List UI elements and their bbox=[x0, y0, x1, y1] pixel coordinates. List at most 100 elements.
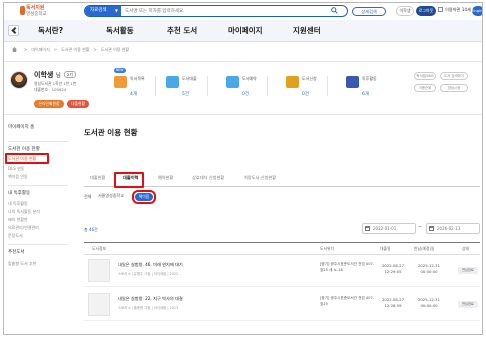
total-suffix: 건 bbox=[94, 227, 98, 232]
breadcrumb-item[interactable]: 마이페이지 bbox=[31, 47, 49, 52]
book-meta: 스토리 a | 유병주 그림 | 아이세움 | 2022 bbox=[118, 272, 179, 276]
profile-name-text: 이학생 bbox=[34, 71, 54, 79]
sidebar-item[interactable]: 나의 독서활동 분석 bbox=[8, 209, 40, 215]
sidebar-item-chaekieum[interactable]: 책이음 연동 bbox=[8, 174, 28, 180]
app-window: 독서지원 영성중학교 자료검색 ▼ 상세검색 이학생 로그아웃 이용약관 14세… bbox=[3, 2, 483, 335]
home-icon[interactable] bbox=[12, 47, 17, 52]
stat-book-reservation[interactable]: 도서예약 0건 bbox=[224, 62, 268, 114]
column-header: 반납(예정)일 bbox=[414, 246, 435, 251]
book-location: [중기] 광주시표준도서관 전업 407-효25 세-노-16 bbox=[320, 262, 375, 272]
nav-my-page[interactable]: 마이페이지 bbox=[228, 25, 263, 36]
search-input[interactable] bbox=[125, 6, 305, 16]
book-list-icon bbox=[114, 76, 127, 88]
stat-label: 독후활동 bbox=[362, 76, 377, 81]
book-cover[interactable] bbox=[88, 293, 110, 316]
status-badge: 반납완료 bbox=[458, 301, 478, 308]
quick-link-button[interactable]: 영상시청 bbox=[440, 84, 468, 92]
nav-recommended-books[interactable]: 추천 도서 bbox=[167, 25, 197, 36]
profile-name: 이학생 님 2기 bbox=[34, 70, 76, 80]
language-button[interactable]: English bbox=[472, 6, 482, 16]
site-logo[interactable]: 독서지원 영성중학교 bbox=[20, 4, 58, 18]
highlight-box bbox=[132, 190, 156, 204]
avatar bbox=[10, 71, 28, 89]
menu-collapse-button[interactable] bbox=[8, 25, 19, 36]
highlight-box bbox=[114, 172, 144, 188]
tab-interlibrary-loan[interactable]: 상호대차 신청현황 bbox=[192, 175, 224, 181]
tab-loan-status[interactable]: 대출현황 bbox=[90, 175, 105, 181]
book-request-icon bbox=[286, 76, 299, 88]
stat-book-loan[interactable]: 도서대출 5건 bbox=[164, 62, 208, 114]
profile-card-number: 대출번호 : 105024 bbox=[34, 87, 67, 92]
sidebar-section-title[interactable]: 내 독후활동 bbox=[8, 190, 30, 196]
calendar-icon bbox=[365, 226, 370, 231]
chevron-down-icon: ▼ bbox=[114, 8, 118, 13]
member-terms-label: 이용약관 14세 bbox=[445, 7, 471, 12]
book-title[interactable]: 내일은 실험왕. 46, 미래 연지에 대기 bbox=[118, 262, 183, 268]
user-name-button[interactable]: 이학생 bbox=[396, 6, 414, 16]
sidebar-item[interactable]: 의료관리/연결관리 bbox=[8, 225, 39, 231]
nav-reading-activity[interactable]: 독서활동 bbox=[106, 25, 134, 36]
member-terms[interactable]: 이용약관 14세 bbox=[438, 7, 471, 13]
logo-school: 영성중학교 bbox=[26, 12, 47, 17]
nav-about-reading[interactable]: 독서란? bbox=[38, 25, 63, 36]
stat-book-request[interactable]: 도서신청 0건 bbox=[284, 62, 328, 114]
date-to-input[interactable]: 2026-02-13 bbox=[426, 223, 480, 234]
stat-label: 독서목록 bbox=[130, 76, 145, 81]
table-row[interactable]: 내일은 실험왕. 22, 지구 박사의 대결 스토리 a | 홍종현 그림 | … bbox=[84, 289, 480, 321]
date-from-value: 2022-01-01 bbox=[373, 226, 397, 231]
quick-link-button[interactable]: 도서 검색하기 bbox=[440, 72, 468, 80]
breadcrumb: > 마이페이지 > 도서관 이용 현황 > 도서관 이용 현황 bbox=[12, 47, 129, 53]
quick-links: 독서앱/SNS 도서 검색하기 이용순위 영상시청 bbox=[414, 72, 480, 108]
level-badge: 2기 bbox=[63, 71, 76, 78]
loan-date: 2022-08-27 12:29:05 bbox=[381, 263, 405, 274]
stat-value: 4개 bbox=[130, 92, 138, 97]
stat-reading-activity[interactable]: 독후활동 6개 bbox=[344, 62, 388, 114]
checkbox-icon bbox=[438, 7, 443, 12]
sidebar-item[interactable]: 배지 현황판 bbox=[8, 217, 28, 223]
table-row[interactable]: 내일은 실험왕. 46, 미래 연지에 대기 스토리 a | 유병주 그림 | … bbox=[84, 255, 480, 287]
book-meta: 스토리 a | 홍종현 그림 | 아이세움 | 2013 bbox=[118, 306, 179, 310]
filter-label: 전체 bbox=[84, 194, 92, 199]
date-from-input[interactable]: 2022-01-01 bbox=[362, 223, 416, 234]
stat-label: 도서신청 bbox=[302, 76, 317, 81]
main-navigation: 독서란? 독서활동 추천 도서 마이페이지 지원센터 bbox=[4, 20, 482, 42]
reading-activity-icon bbox=[346, 76, 359, 88]
nav-support-center[interactable]: 지원센터 bbox=[293, 25, 321, 36]
advanced-search-button[interactable]: 상세검색 bbox=[352, 7, 386, 16]
book-reserve-icon bbox=[226, 76, 239, 88]
sidebar-section-title[interactable]: 추천도서 bbox=[8, 249, 25, 255]
column-header: 상태 bbox=[462, 246, 469, 251]
book-loan-icon bbox=[166, 76, 179, 88]
loan-date: 2022-08-27 12:28:59 bbox=[381, 297, 405, 308]
library-filter-select[interactable]: 서울영성중학교 bbox=[98, 191, 132, 200]
stat-reading-list[interactable]: NEW 독서목록 4개 bbox=[112, 62, 156, 114]
sidebar-item[interactable]: 문장도서 bbox=[8, 233, 23, 239]
search-bar: 자료검색 ▼ bbox=[84, 5, 348, 17]
tab-hope-book[interactable]: 희망도서 신청현황 bbox=[244, 175, 276, 181]
stat-label: 도서대출 bbox=[182, 76, 197, 81]
sidebar-item[interactable]: 내 독후활동 bbox=[8, 201, 28, 207]
sidebar-section-title[interactable]: 마이페이지 홈 bbox=[8, 124, 34, 130]
logo-mark-icon bbox=[20, 6, 25, 15]
column-header: 도서정보 bbox=[92, 246, 106, 251]
page-title: 도서관 이용 현황 bbox=[84, 128, 138, 137]
status-badge: 반납완료 bbox=[458, 267, 478, 274]
loan-status-button[interactable]: 대출현황 bbox=[67, 100, 89, 108]
sidebar-item[interactable]: 맞춤형 도서 추천 bbox=[8, 261, 36, 267]
breadcrumb-item[interactable]: 도서관 이용 현황 bbox=[61, 47, 89, 52]
calendar-icon bbox=[429, 226, 434, 231]
logout-button[interactable]: 로그아웃 bbox=[416, 6, 436, 16]
search-scope-select[interactable]: 자료검색 ▼ bbox=[85, 6, 121, 16]
search-icon[interactable] bbox=[331, 7, 338, 14]
stat-label: 도서예약 bbox=[242, 76, 257, 81]
tab-reservation[interactable]: 예약현황 bbox=[158, 175, 173, 181]
stat-value: 0건 bbox=[242, 92, 250, 97]
profile-summary: 이학생 님 2기 영성도서관 1학년 1반 1번 대출번호 : 105024 온라… bbox=[4, 61, 482, 115]
stat-value: 6개 bbox=[362, 92, 370, 97]
book-title[interactable]: 내일은 실험왕. 22, 지구 박사의 대결 bbox=[118, 296, 183, 302]
online-card-button[interactable]: 온라인회원증 bbox=[34, 100, 64, 108]
quick-link-button[interactable]: 독서앱/SNS bbox=[414, 72, 436, 80]
quick-link-button[interactable]: 이용순위 bbox=[414, 84, 436, 92]
book-cover[interactable] bbox=[88, 259, 110, 282]
